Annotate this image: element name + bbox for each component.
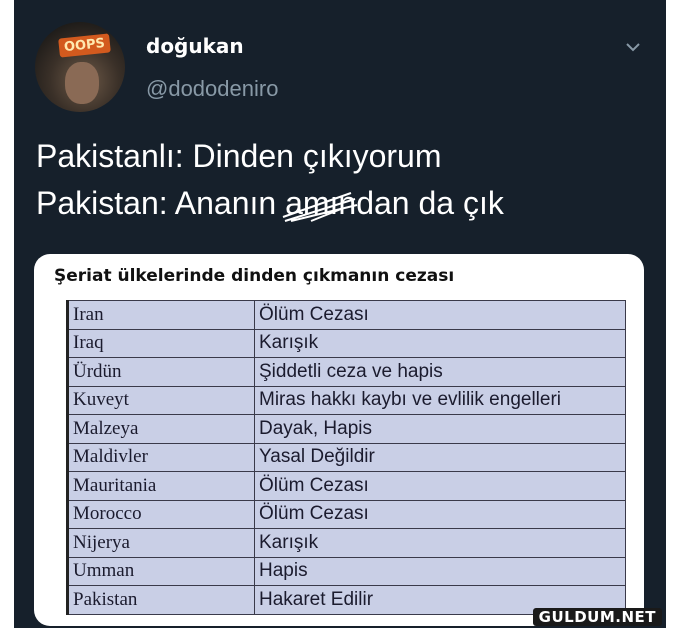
penalty-cell: Ölüm Cezası	[254, 471, 626, 501]
table-row: Nijerya Karışık	[67, 528, 626, 558]
user-handle[interactable]: @dododeniro	[146, 76, 278, 102]
table-row: Umman Hapis	[67, 556, 626, 586]
country-cell: Pakistan	[67, 585, 255, 615]
penalty-cell: Ölüm Cezası	[254, 499, 626, 529]
country-cell: Iran	[67, 300, 255, 330]
penalty-cell: Şiddetli ceza ve hapis	[254, 357, 626, 387]
country-cell: Mauritania	[67, 471, 255, 501]
country-cell: Kuveyt	[67, 385, 255, 415]
scribble-icon	[282, 192, 358, 222]
penalty-cell: Miras hakkı kaybı ve evlilik engelleri	[254, 385, 626, 415]
country-cell: Umman	[67, 556, 255, 586]
table-row: Malzeya Dayak, Hapis	[67, 414, 626, 444]
country-cell: Ürdün	[67, 357, 255, 387]
tweet-card: OOPS doğukan @dododeniro Pakistanlı: Din…	[14, 0, 666, 628]
avatar-oops-label: OOPS	[58, 33, 111, 58]
table-row: Ürdün Şiddetli ceza ve hapis	[67, 357, 626, 387]
avatar-face	[65, 62, 99, 104]
country-cell: Maldivler	[67, 442, 255, 472]
penalty-cell: Dayak, Hapis	[254, 414, 626, 444]
country-cell: Nijerya	[67, 528, 255, 558]
table-row: Mauritania Ölüm Cezası	[67, 471, 626, 501]
table-row: Iran Ölüm Cezası	[67, 300, 626, 330]
penalty-cell: Karışık	[254, 528, 626, 558]
attached-image[interactable]: Şeriat ülkelerinde dinden çıkmanın cezas…	[34, 254, 644, 626]
table-row: Iraq Karışık	[67, 328, 626, 358]
penalty-cell: Karışık	[254, 328, 626, 358]
watermark: GULDUM.NET	[532, 608, 662, 626]
image-title: Şeriat ülkelerinde dinden çıkmanın cezas…	[54, 266, 455, 286]
country-cell: Morocco	[67, 499, 255, 529]
chevron-down-icon[interactable]	[626, 40, 640, 54]
table-row: Kuveyt Miras hakkı kaybı ve evlilik engel…	[67, 385, 626, 415]
tweet-text-line-2-before: Pakistan: Ananın	[36, 185, 286, 221]
country-cell: Malzeya	[67, 414, 255, 444]
penalty-cell: Yasal Değildir	[254, 442, 626, 472]
penalty-cell: Ölüm Cezası	[254, 300, 626, 330]
display-name[interactable]: doğukan	[146, 34, 244, 58]
tweet-text-line-2: Pakistan: Ananın am ından da çık	[36, 185, 504, 222]
penalty-table: Iran Ölüm Cezası Iraq Karışık Ürdün Şiddetli …	[66, 300, 626, 615]
country-cell: Iraq	[67, 328, 255, 358]
censored-word: am	[282, 185, 358, 222]
table-row: Maldivler Yasal Değildir	[67, 442, 626, 472]
avatar[interactable]: OOPS	[35, 22, 125, 112]
tweet-text-line-1: Pakistanlı: Dinden çıkıyorum	[36, 138, 442, 174]
table-row: Morocco Ölüm Cezası	[67, 499, 626, 529]
penalty-cell: Hapis	[254, 556, 626, 586]
